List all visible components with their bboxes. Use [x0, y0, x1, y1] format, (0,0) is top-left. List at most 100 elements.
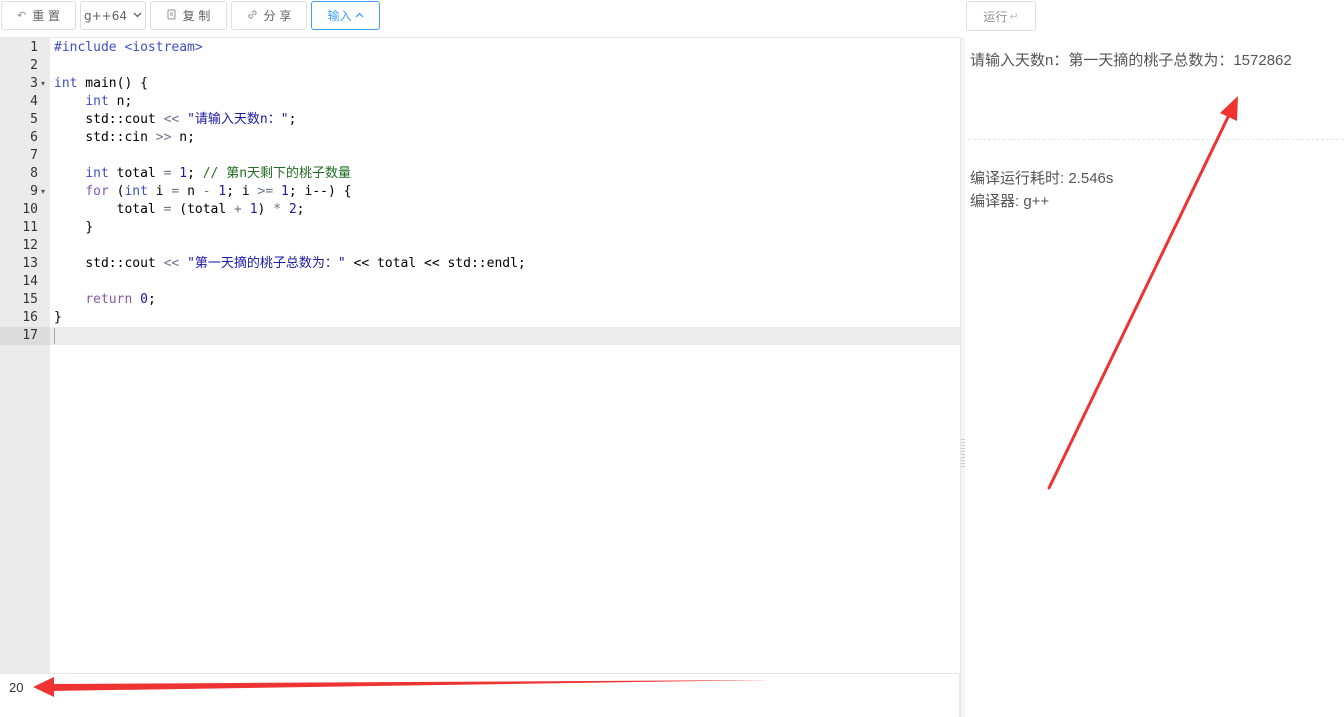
input-toggle-button[interactable]: 输入: [311, 1, 380, 30]
code-line-5: std::cout << "请输入天数n：";: [54, 111, 296, 129]
code-token: ;: [288, 112, 297, 127]
line-number: 4: [30, 94, 38, 109]
line-number: 6: [30, 130, 38, 145]
code-token: int: [124, 184, 148, 199]
output-divider: [968, 139, 1344, 140]
program-output: 请输入天数n：第一天摘的桃子总数为：1572862: [970, 52, 1292, 69]
code-line-3: int main() {: [54, 75, 148, 93]
code-token: std::cout: [85, 112, 164, 127]
share-button[interactable]: 分 享: [231, 1, 307, 30]
line-number: 9: [30, 184, 38, 199]
undo-icon: ↶: [16, 9, 27, 22]
compiler-info: 编译器: g++: [970, 193, 1050, 210]
code-token: ): [257, 202, 274, 217]
code-token: return: [85, 292, 133, 307]
run-time-info: 编译运行耗时: 2.546s: [970, 170, 1114, 187]
line-number: 5: [30, 112, 38, 127]
code-token: for: [85, 184, 109, 199]
code-token: (total: [171, 202, 235, 217]
code-line-15: return 0;: [54, 291, 156, 309]
code-token: ; i--) {: [288, 184, 352, 199]
line-number: 1: [30, 40, 38, 55]
copy-button[interactable]: 复 制: [150, 1, 227, 30]
line-number: 10: [22, 202, 38, 217]
code-line-4: int n;: [54, 93, 132, 111]
code-token: #include <iostream>: [54, 40, 203, 55]
code-line-1: #include <iostream>: [54, 39, 203, 57]
compiler-select[interactable]: g++64: [80, 1, 146, 30]
code-line-16: }: [54, 309, 62, 327]
code-token: *: [273, 202, 282, 217]
chevron-down-icon: [133, 10, 142, 21]
line-number: 12: [22, 238, 38, 253]
code-token: "第一天摘的桃子总数为：": [179, 256, 346, 271]
fold-arrow-icon[interactable]: ▾: [41, 75, 45, 93]
output-panel: 请输入天数n：第一天摘的桃子总数为：1572862 编译运行耗时: 2.546s…: [965, 37, 1344, 717]
line-number: 11: [22, 220, 38, 235]
code-token: ;: [147, 292, 156, 307]
code-token: "请输入天数n：": [179, 112, 289, 127]
code-token: total: [108, 166, 164, 181]
line-number: 13: [22, 256, 38, 271]
code-token: 1: [273, 184, 289, 199]
code-token: main() {: [77, 76, 148, 91]
copy-icon: [167, 9, 177, 23]
line-number: 17: [22, 328, 38, 343]
line-number: 3: [30, 76, 38, 91]
code-token: <<: [163, 256, 180, 271]
share-label: 分 享: [263, 9, 292, 23]
code-token: }: [54, 310, 62, 325]
code-token: ;: [187, 166, 203, 181]
stdin-input-box[interactable]: 20: [0, 673, 960, 717]
line-number: 8: [30, 166, 38, 181]
code-token: n;: [171, 130, 195, 145]
code-token: n;: [108, 94, 133, 109]
code-token: n: [179, 184, 203, 199]
code-text-area[interactable]: #include <iostream> int main() { int n ; …: [50, 38, 960, 674]
code-token: 2: [281, 202, 297, 217]
run-button[interactable]: 运行 ↵: [966, 1, 1036, 31]
code-token: (: [108, 184, 125, 199]
code-token: >=: [257, 184, 274, 199]
code-editor[interactable]: 1 2 3 ▾ 4 5 6 7 8 9 ▾ 10 11 12 13 14 15 …: [0, 37, 960, 674]
run-label: 运行: [983, 9, 1008, 24]
code-token: 1: [241, 202, 258, 217]
toolbar: ↶ 重 置 g++64 复 制 分 享 输入: [0, 0, 960, 37]
code-token: std::cout: [85, 256, 164, 271]
chevron-up-icon: [355, 10, 364, 21]
enter-icon: ↵: [1009, 9, 1019, 23]
code-token: int: [85, 166, 109, 181]
code-token: int: [54, 76, 78, 91]
code-token: >>: [155, 130, 172, 145]
stdin-value: 20: [9, 680, 24, 695]
code-token: 1: [210, 184, 227, 199]
code-line-10: total = (total + 1) * 2;: [54, 201, 305, 219]
link-icon: [247, 9, 258, 23]
code-line-6: std::cin >> n;: [54, 129, 195, 147]
line-number: 16: [22, 310, 38, 325]
code-token: +: [234, 202, 242, 217]
code-token: total: [116, 202, 164, 217]
code-token: ; i: [226, 184, 258, 199]
code-token: ;: [296, 202, 305, 217]
fold-arrow-icon[interactable]: ▾: [41, 183, 45, 201]
code-token: std::cin: [85, 130, 156, 145]
code-token: <<: [163, 112, 180, 127]
code-token: i: [147, 184, 172, 199]
input-label: 输入: [327, 9, 352, 23]
line-number: 14: [22, 274, 38, 289]
text-cursor: [54, 328, 55, 344]
code-line-8: int total = 1; // 第n天剩下的桃子数量: [54, 165, 351, 183]
code-token: 0: [132, 292, 148, 307]
code-token: }: [85, 220, 94, 235]
reset-label: 重 置: [32, 9, 61, 23]
copy-label: 复 制: [182, 9, 211, 23]
code-token: -: [202, 184, 211, 199]
reset-button[interactable]: ↶ 重 置: [1, 1, 76, 30]
line-number: 2: [30, 58, 38, 73]
code-token: << total << std::endl;: [345, 256, 526, 271]
code-token: int: [85, 94, 109, 109]
compiler-select-value: g++64: [84, 8, 127, 23]
code-line-11: }: [54, 219, 93, 237]
code-token: 1: [171, 166, 188, 181]
